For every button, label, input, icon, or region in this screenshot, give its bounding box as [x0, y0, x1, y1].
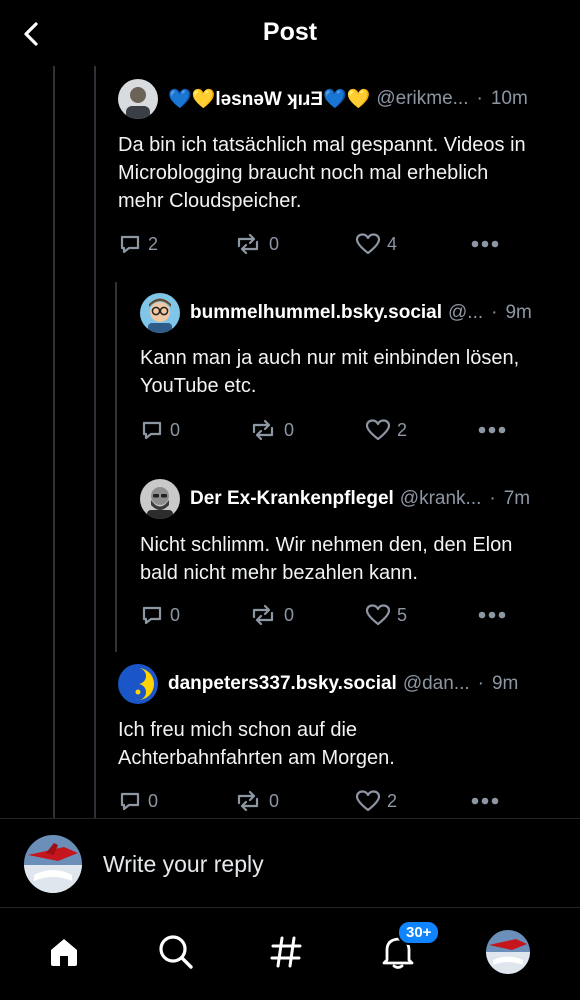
reply-composer-bar[interactable]: Write your reply	[0, 818, 580, 908]
reply-input[interactable]: Write your reply	[103, 851, 264, 878]
reply-button[interactable]: 0	[140, 415, 180, 445]
thread-line	[115, 282, 117, 652]
repost-count: 0	[284, 419, 295, 440]
more-horizontal-icon	[478, 426, 506, 434]
repost-button[interactable]: 0	[248, 415, 294, 445]
like-count: 5	[397, 604, 408, 625]
repost-icon	[237, 790, 259, 812]
repost-icon	[252, 604, 274, 626]
post-actions: 2 0 4	[118, 229, 508, 259]
repost-button[interactable]: 0	[248, 600, 294, 630]
repost-icon	[252, 419, 274, 441]
thread-line	[53, 66, 55, 818]
more-horizontal-icon	[471, 797, 499, 805]
header: Post	[0, 0, 580, 66]
like-button[interactable]: 2	[355, 786, 397, 816]
reply-icon	[142, 606, 162, 625]
repost-button[interactable]: 0	[233, 229, 279, 259]
nav-profile[interactable]	[480, 924, 536, 980]
notifications-badge: 30+	[397, 920, 441, 945]
avatar[interactable]	[118, 664, 158, 704]
separator-dot: ·	[477, 673, 484, 694]
reply-button[interactable]: 2	[118, 229, 158, 259]
separator-dot: ·	[491, 302, 498, 323]
nav-search[interactable]	[148, 924, 204, 980]
nav-feeds[interactable]	[258, 924, 314, 980]
repost-icon	[237, 233, 259, 255]
reply-count: 0	[170, 604, 181, 625]
my-avatar	[24, 835, 82, 893]
post-text: Ich freu mich schon auf die Achterbahnfa…	[118, 719, 395, 769]
like-count: 2	[397, 419, 408, 440]
profile-avatar	[486, 930, 530, 974]
repost-count: 0	[269, 790, 280, 811]
like-count: 4	[387, 233, 398, 254]
more-options-button[interactable]	[477, 600, 507, 630]
post-actions: 0 0 5	[140, 600, 510, 630]
search-icon	[159, 935, 193, 969]
reply-count: 0	[170, 419, 181, 440]
repost-count: 0	[284, 604, 295, 625]
separator-dot: ·	[489, 488, 496, 509]
thread-line	[94, 66, 96, 818]
author-display-name[interactable]: 💙💛ləsnəW ʞıɹƎ💙💛	[168, 87, 370, 111]
like-count: 2	[387, 790, 398, 811]
heart-icon	[355, 233, 381, 255]
heart-icon	[365, 419, 391, 441]
heart-icon	[355, 790, 381, 812]
feeds-hash-icon	[270, 936, 302, 968]
like-button[interactable]: 2	[365, 415, 407, 445]
post-text: Nicht schlimm. Wir nehmen den, den Elon …	[140, 534, 513, 584]
reply-icon	[120, 235, 140, 254]
author-handle[interactable]: @dan...	[403, 673, 470, 695]
post-text: Kann man ja auch nur mit einbinden lösen…	[140, 347, 520, 397]
repost-count: 0	[269, 233, 280, 254]
post-actions: 0 0 2	[118, 786, 508, 816]
avatar[interactable]	[118, 79, 158, 119]
author-handle[interactable]: @krank...	[400, 488, 482, 510]
page-title: Post	[262, 18, 318, 46]
author-display-name[interactable]: danpeters337.bsky.social	[168, 673, 397, 695]
reply-button[interactable]: 0	[140, 600, 180, 630]
post-time[interactable]: 9m	[505, 302, 531, 324]
like-button[interactable]: 4	[355, 229, 397, 259]
author-handle[interactable]: @...	[448, 302, 483, 324]
post-time[interactable]: 10m	[491, 88, 528, 110]
more-horizontal-icon	[471, 240, 499, 248]
post-time[interactable]: 7m	[504, 488, 530, 510]
reply-icon	[120, 792, 140, 811]
more-options-button[interactable]	[477, 415, 507, 445]
home-icon	[51, 939, 77, 966]
post-time[interactable]: 9m	[492, 673, 518, 695]
avatar[interactable]	[140, 479, 180, 519]
reply-icon	[142, 421, 162, 440]
reply-count: 2	[148, 233, 159, 254]
author-display-name[interactable]: bummelhummel.bsky.social	[190, 302, 442, 324]
heart-icon	[365, 604, 391, 626]
more-horizontal-icon	[478, 611, 506, 619]
repost-button[interactable]: 0	[233, 786, 279, 816]
reply-count: 0	[148, 790, 159, 811]
like-button[interactable]: 5	[365, 600, 407, 630]
post-text: Da bin ich tatsächlich mal gespannt. Vid…	[118, 134, 526, 212]
post-actions: 0 0 2	[140, 415, 510, 445]
author-handle[interactable]: @erikme...	[376, 88, 468, 110]
author-display-name[interactable]: Der Ex-Krankenpflegel	[190, 488, 394, 510]
separator-dot: ·	[476, 88, 483, 109]
more-options-button[interactable]	[470, 786, 500, 816]
nav-home[interactable]	[36, 924, 92, 980]
bottom-nav: 30+	[0, 908, 580, 1000]
reply-button[interactable]: 0	[118, 786, 158, 816]
more-options-button[interactable]	[470, 229, 500, 259]
avatar[interactable]	[140, 293, 180, 333]
nav-notifications[interactable]: 30+	[370, 920, 441, 980]
